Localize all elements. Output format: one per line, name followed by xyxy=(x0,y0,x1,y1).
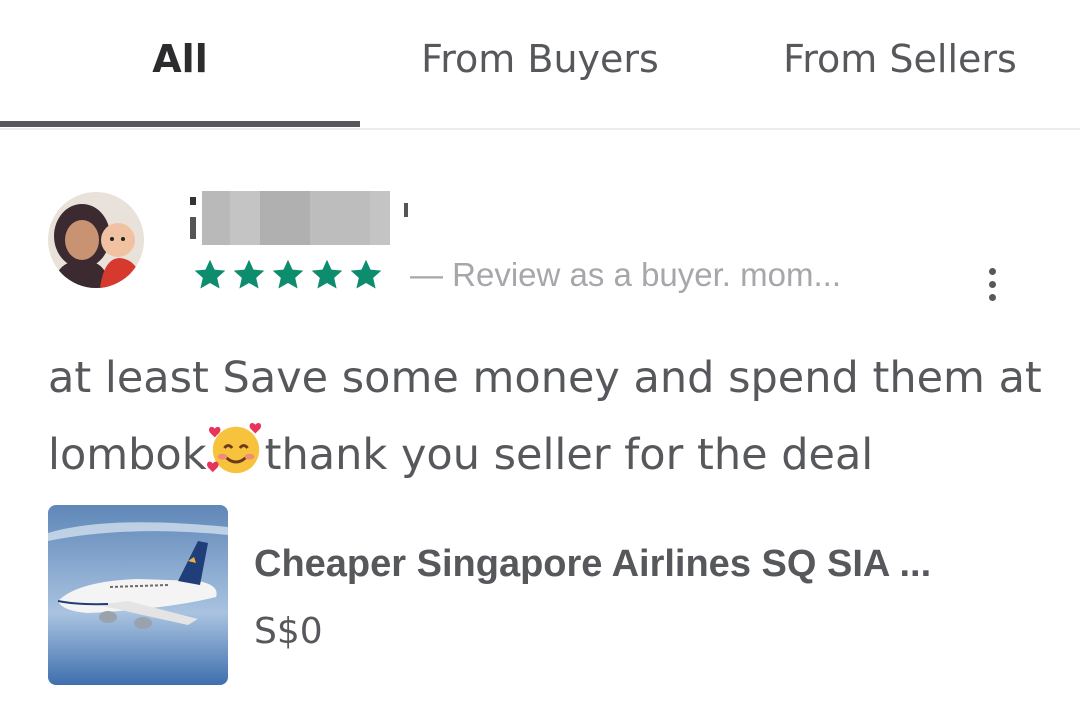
review-text: at least Save some money and spend them … xyxy=(48,340,1048,494)
review-meta: — Review as a buyer. mom... xyxy=(410,256,841,293)
listing-price: S$0 xyxy=(254,611,323,652)
star-icon xyxy=(350,259,382,289)
tab-from-buyers[interactable]: From Buyers xyxy=(360,0,720,118)
review-text-part2: thank you seller for the deal xyxy=(264,430,874,480)
tab-from-sellers[interactable]: From Sellers xyxy=(720,0,1080,118)
star-icon xyxy=(272,259,304,289)
smiling-face-with-hearts-icon xyxy=(206,423,261,474)
tab-all-label: All xyxy=(152,37,208,81)
star-icon xyxy=(233,259,265,289)
star-icon xyxy=(311,259,343,289)
tab-from-sellers-label: From Sellers xyxy=(783,37,1017,81)
reviewer-avatar[interactable] xyxy=(48,192,144,288)
more-options-icon[interactable] xyxy=(972,262,1012,306)
star-rating xyxy=(192,255,384,295)
active-tab-indicator xyxy=(0,121,360,127)
tab-all[interactable]: All xyxy=(0,0,360,118)
listing-title: Cheaper Singapore Airlines SQ SIA ... xyxy=(254,543,932,585)
reviewer-name-redacted xyxy=(190,185,412,245)
star-icon xyxy=(194,259,226,289)
listing-thumbnail xyxy=(48,505,228,685)
listing-card[interactable]: Cheaper Singapore Airlines SQ SIA ... S$… xyxy=(48,505,1048,685)
tab-from-buyers-label: From Buyers xyxy=(421,37,659,81)
review-tabs: All From Buyers From Sellers xyxy=(0,0,1080,130)
